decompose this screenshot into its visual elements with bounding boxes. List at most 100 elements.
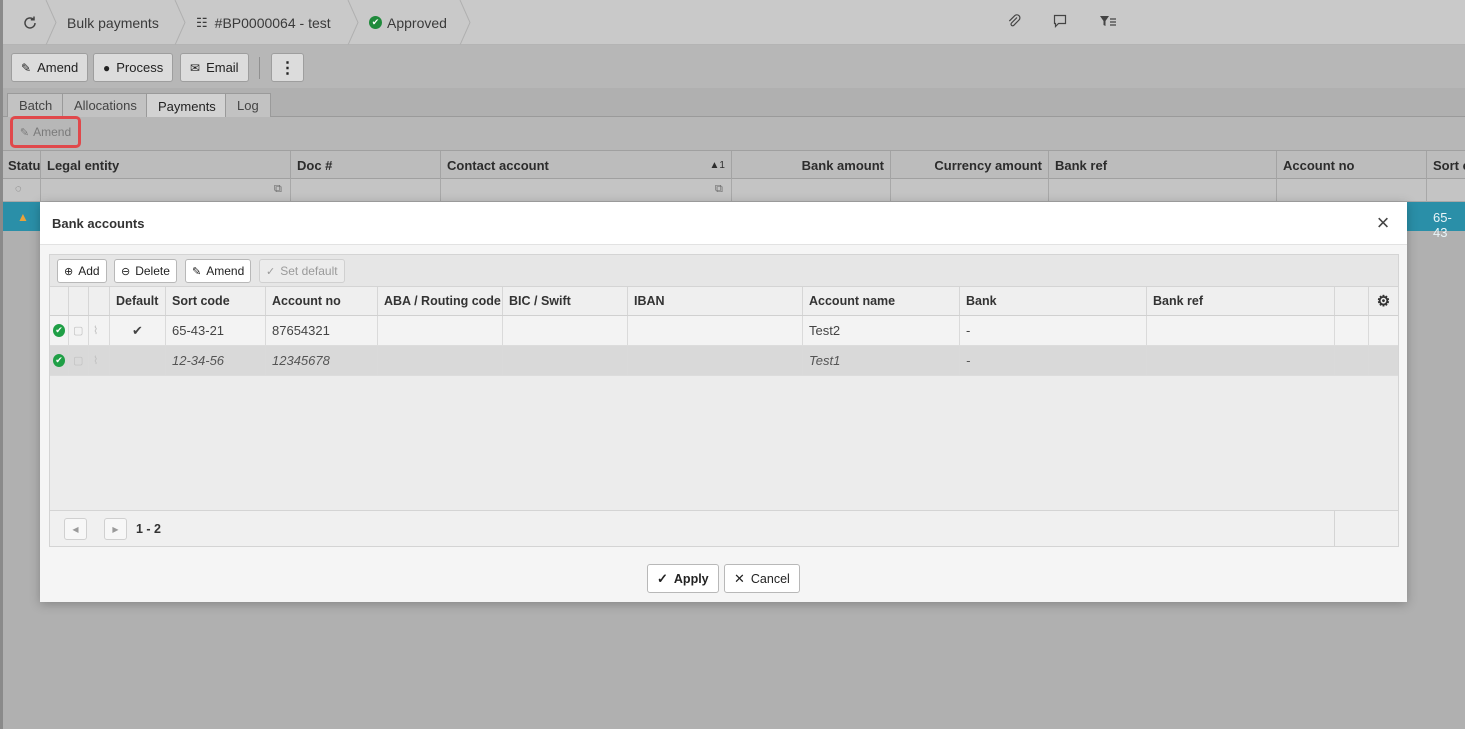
column-header-bic-swift[interactable]: BIC / Swift	[503, 287, 628, 315]
add-button[interactable]: ⊕ Add	[57, 259, 107, 283]
blank-cell	[1335, 316, 1369, 345]
column-header-currency-amount[interactable]: Currency amount	[891, 151, 1049, 179]
pager-divider	[1334, 511, 1335, 547]
breadcrumb-separator	[347, 0, 359, 45]
doc-number-filter[interactable]	[291, 179, 441, 201]
dialog-actions: ✓ Apply ✕ Cancel	[40, 557, 1407, 602]
default-check-icon: ✔	[132, 322, 143, 338]
record-tabs: Batch Allocations Payments Log	[3, 88, 1465, 118]
apply-button-label: Apply	[673, 571, 709, 586]
column-header-legal-entity[interactable]: Legal entity	[41, 151, 291, 179]
main-toolbar: ✎ Amend ● Process ✉ Email ⋮	[3, 45, 1465, 88]
account-no-cell: 87654321	[266, 316, 378, 345]
cancel-button-label: Cancel	[750, 571, 790, 586]
cancel-button[interactable]: ✕ Cancel	[724, 564, 800, 593]
previous-page-button[interactable]: ◀	[64, 518, 87, 540]
tab-log[interactable]: Log	[225, 93, 271, 117]
open-external-icon[interactable]: ⧉	[274, 183, 282, 196]
column-header-iban[interactable]: IBAN	[628, 287, 803, 315]
column-header-sort-code[interactable]: Sort code	[166, 287, 266, 315]
tab-payments[interactable]: Payments	[146, 93, 228, 118]
attachment-cell[interactable]: ⌇	[89, 316, 110, 345]
payments-filter-row: ◌ ⧉ ⧉	[3, 179, 1465, 202]
process-button-label: Process	[116, 60, 164, 75]
column-header-bank-ref[interactable]: Bank ref	[1147, 287, 1335, 315]
bank-accounts-grid: Default Sort code Account no ABA / Routi…	[49, 286, 1399, 547]
email-button[interactable]: ✉ Email	[180, 53, 249, 82]
breadcrumb-record-label: #BP0000064 - test	[214, 14, 331, 31]
toolbar-divider	[259, 57, 260, 79]
attachment-cell[interactable]: ⌇	[89, 346, 110, 375]
dialog-header: Bank accounts ×	[40, 202, 1407, 245]
contact-account-label: Contact account	[447, 157, 549, 173]
column-header-bank-ref[interactable]: Bank ref	[1049, 151, 1277, 179]
table-row[interactable]: ✔ ▢ ⌇ 12-34-56 12345678 Test1 -	[50, 346, 1398, 376]
breadcrumb-record[interactable]: ☷ #BP0000064 - test	[196, 0, 331, 45]
account-no-cell: 12345678	[266, 346, 378, 375]
comment-icon[interactable]	[1052, 13, 1068, 33]
column-header-status[interactable]: Statu	[3, 151, 41, 179]
breadcrumb-bulk-payments[interactable]: Bulk payments	[67, 0, 159, 45]
note-cell[interactable]: ▢	[69, 316, 89, 345]
legal-entity-filter[interactable]: ⧉	[41, 179, 291, 201]
payments-amend-label: Amend	[33, 125, 72, 139]
breadcrumb-separator	[459, 0, 471, 45]
sort-code-cell: 12-34-56	[166, 346, 266, 375]
process-button[interactable]: ● Process	[93, 53, 174, 82]
warning-icon: ▲	[17, 210, 29, 224]
breadcrumb-status: ✔ Approved	[369, 0, 447, 45]
approved-check-icon: ✔	[369, 16, 382, 29]
check-circle-icon: ✔	[53, 354, 65, 367]
filter-list-icon[interactable]	[1099, 13, 1117, 33]
refresh-icon[interactable]	[17, 0, 43, 45]
currency-amount-filter[interactable]	[891, 179, 1049, 201]
more-options-button[interactable]: ⋮	[271, 53, 304, 82]
payments-grid-header: Statu Legal entity Doc # Contact account…	[3, 150, 1465, 179]
contact-account-filter[interactable]: ⧉	[441, 179, 732, 201]
column-header-account-name[interactable]: Account name	[803, 287, 960, 315]
delete-button[interactable]: ⊖ Delete	[114, 259, 177, 283]
bank-accounts-dialog: Bank accounts × ⊕ Add ⊖ Delete ✎ Amend ✓…	[40, 202, 1407, 602]
column-header-aba-routing[interactable]: ABA / Routing code	[378, 287, 503, 315]
delete-button-label: Delete	[135, 264, 170, 278]
column-header-doc-number[interactable]: Doc #	[291, 151, 441, 179]
close-icon[interactable]: ×	[1371, 211, 1395, 235]
tab-allocations[interactable]: Allocations	[62, 93, 149, 117]
column-header-blank	[1335, 287, 1369, 315]
next-page-button[interactable]: ▶	[104, 518, 127, 540]
bic-cell	[503, 346, 628, 375]
column-header-bank[interactable]: Bank	[960, 287, 1147, 315]
column-header-default[interactable]: Default	[110, 287, 166, 315]
column-header-bank-amount[interactable]: Bank amount	[732, 151, 891, 179]
note-cell[interactable]: ▢	[69, 346, 89, 375]
plus-circle-icon: ⊕	[64, 265, 74, 278]
open-external-icon[interactable]: ⧉	[715, 183, 723, 196]
iban-cell	[628, 316, 803, 345]
column-header-account-no[interactable]: Account no	[1277, 151, 1427, 179]
status-filter-cell[interactable]: ◌	[3, 179, 41, 201]
column-header-account-no[interactable]: Account no	[266, 287, 378, 315]
account-no-filter[interactable]	[1277, 179, 1427, 201]
pencil-icon: ✎	[21, 60, 32, 75]
envelope-icon: ✉	[190, 60, 201, 75]
bank-ref-filter[interactable]	[1049, 179, 1277, 201]
column-header-sort-code[interactable]: Sort c	[1427, 151, 1465, 179]
set-default-button[interactable]: ✓ Set default	[259, 259, 345, 283]
settings-gear-icon[interactable]: ⚙	[1369, 287, 1398, 315]
amend-button[interactable]: ✎ Amend	[11, 53, 89, 82]
apply-button[interactable]: ✓ Apply	[647, 564, 719, 593]
column-header-attachments	[89, 287, 110, 315]
dialog-amend-button[interactable]: ✎ Amend	[185, 259, 252, 283]
close-icon: ✕	[734, 570, 745, 586]
bank-amount-filter[interactable]	[732, 179, 891, 201]
status-filter-icon: ◌	[15, 183, 22, 195]
check-icon: ✓	[657, 570, 668, 586]
paperclip-icon[interactable]	[1006, 13, 1022, 33]
tab-batch[interactable]: Batch	[7, 93, 65, 117]
aba-cell	[378, 346, 503, 375]
comment-icon: ▢	[73, 355, 84, 367]
table-row[interactable]: ✔ ▢ ⌇ ✔ 65-43-21 87654321 Test2 -	[50, 316, 1398, 346]
payments-amend-button[interactable]: ✎ Amend	[10, 116, 81, 148]
column-header-contact-account[interactable]: Contact account ▲1	[441, 151, 732, 179]
dialog-amend-label: Amend	[206, 264, 245, 278]
